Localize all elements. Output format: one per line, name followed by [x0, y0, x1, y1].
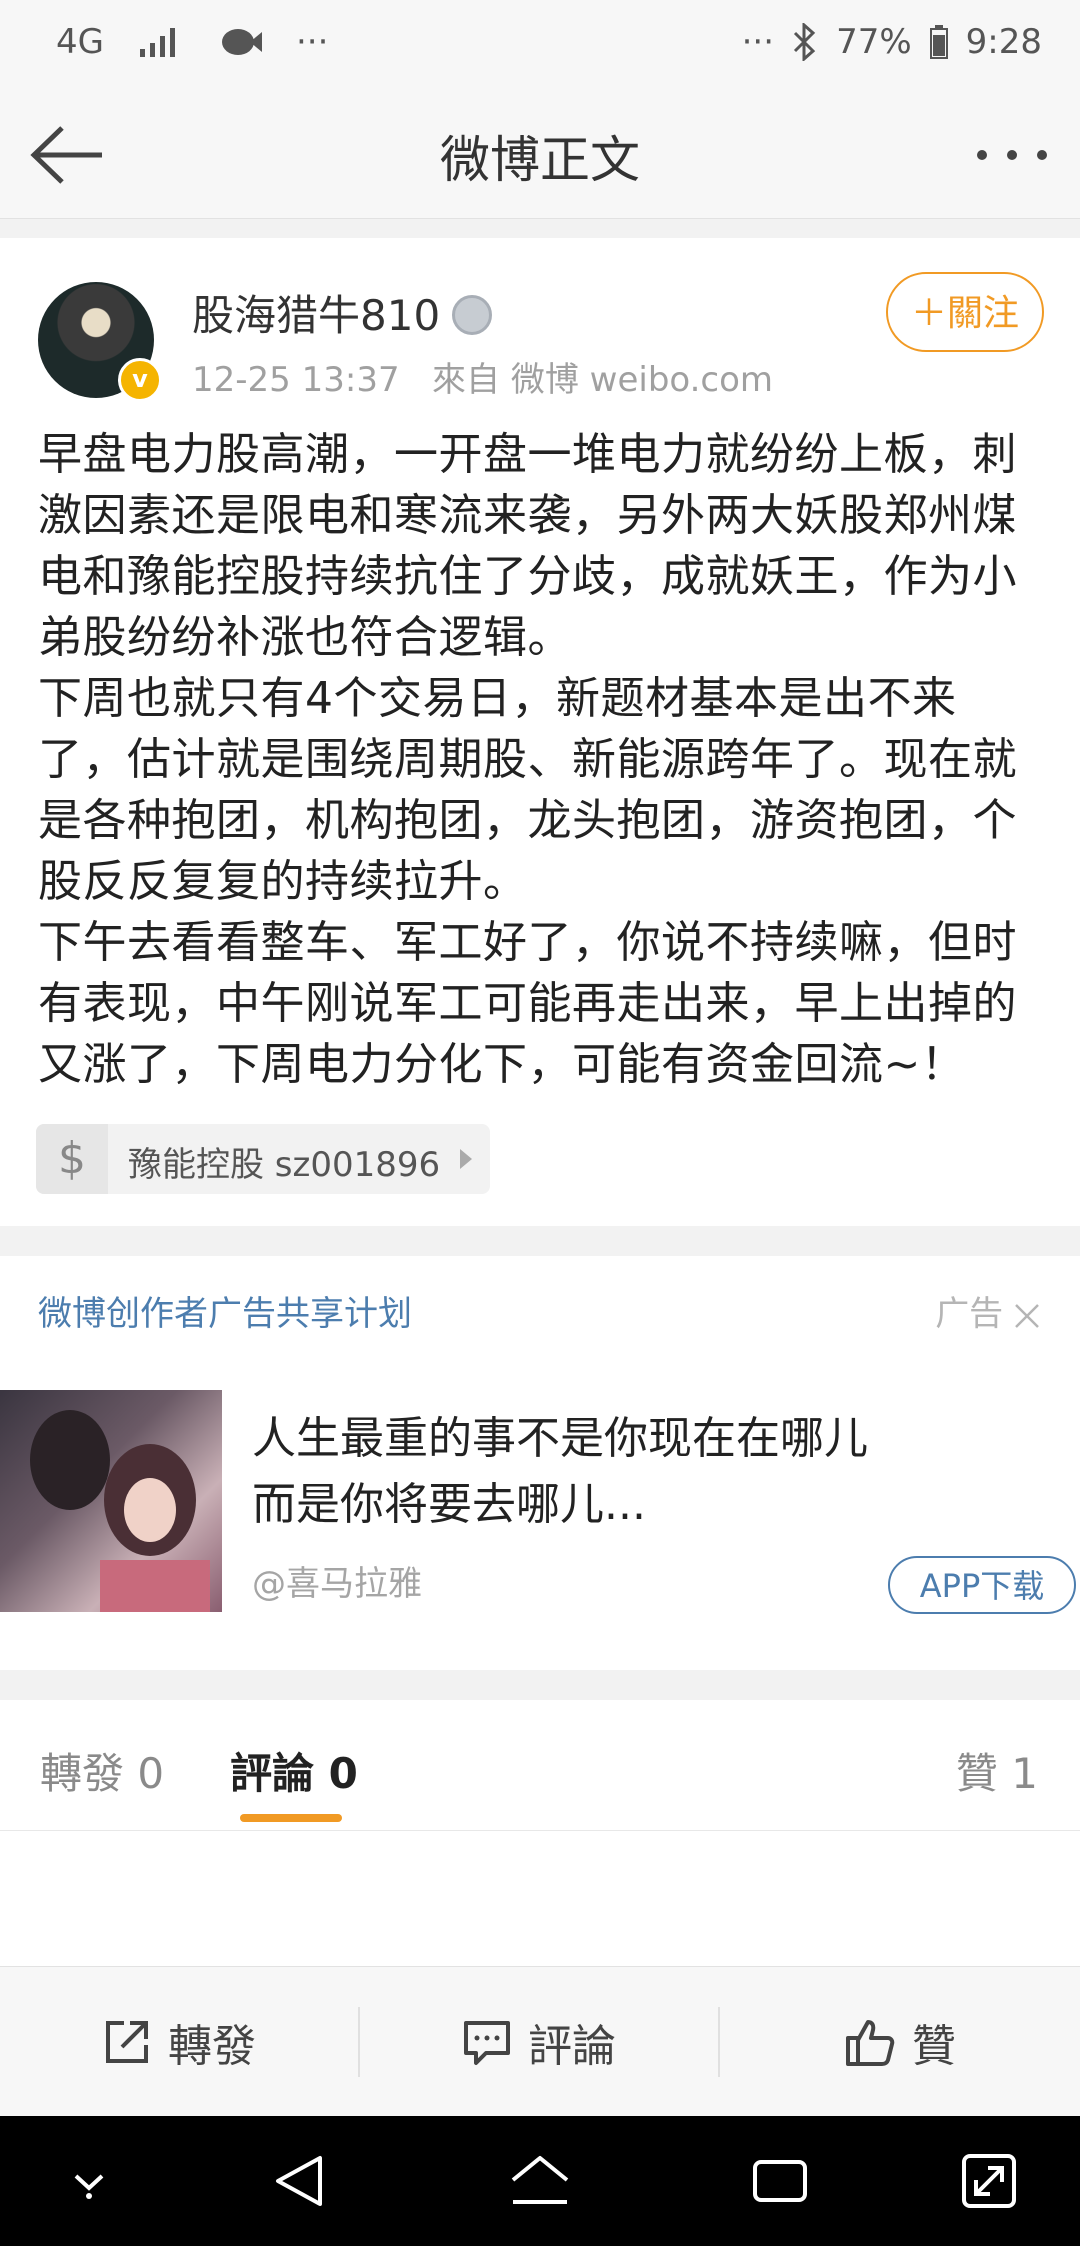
stock-tag[interactable]: $ 豫能控股 sz001896: [36, 1124, 490, 1194]
signal-icon: [139, 28, 175, 57]
ad-promo-title[interactable]: 微博创作者广告共享计划: [38, 1286, 412, 1335]
follow-button[interactable]: ＋關注: [886, 272, 1044, 352]
post-timestamp: 12-25 13:37: [192, 360, 400, 400]
username-text: 股海猎牛810: [192, 291, 441, 340]
home-button[interactable]: [505, 2146, 575, 2216]
expand-button[interactable]: [954, 2146, 1024, 2216]
ad-card[interactable]: 微博创作者广告共享计划 广告 人生最重的事不是你现在在哪儿 而是你将要去哪儿..…: [0, 1256, 1080, 1670]
more-dots-icon: [977, 150, 1047, 160]
like-label: 贊: [912, 2021, 956, 2072]
system-navigation-bar: [0, 2116, 1080, 2246]
chevron-down-icon: [74, 2174, 104, 2199]
post-card: v 股海猎牛810 12-25 13:37 來自 微博 weibo.com ＋關…: [0, 238, 1080, 1226]
repost-button[interactable]: 轉發: [0, 1967, 358, 2117]
medal-icon: [452, 294, 493, 335]
ad-headline[interactable]: 人生最重的事不是你现在在哪儿 而是你将要去哪儿...: [252, 1406, 868, 1538]
recent-apps-icon: [753, 2160, 807, 2202]
hide-keyboard-button[interactable]: [54, 2146, 124, 2216]
comment-icon: [464, 2021, 510, 2065]
page-title: 微博正文: [440, 131, 640, 189]
status-more-left: ···: [295, 22, 329, 62]
back-triangle-icon: [276, 2156, 322, 2206]
username[interactable]: 股海猎牛810: [192, 282, 493, 343]
like-button[interactable]: 贊: [720, 1967, 1080, 2117]
app-download-button[interactable]: APP下载: [888, 1556, 1076, 1614]
clock: 9:28: [965, 22, 1042, 62]
tab-like[interactable]: 贊 1: [956, 1740, 1038, 1801]
ad-illustration: [30, 1410, 210, 1612]
post-source: 來自 微博 weibo.com: [432, 360, 774, 400]
bluetooth-icon: [794, 23, 816, 61]
ad-source: @喜马拉雅: [252, 1564, 422, 1604]
stock-tag-label: 豫能控股 sz001896: [128, 1145, 441, 1185]
network-indicator: 4G: [56, 22, 104, 62]
verified-badge: v: [118, 358, 162, 402]
close-icon[interactable]: [1014, 1303, 1040, 1329]
ad-headline-line2: 而是你将要去哪儿...: [252, 1479, 646, 1530]
navigation-bar: 微博正文: [0, 90, 1080, 219]
ad-image[interactable]: [0, 1390, 222, 1612]
post-text: 早盘电力股高潮，一开盘一堆电力就纷纷上板，刺 激因素还是限电和寒流来袭，另外两大…: [38, 429, 1017, 1090]
battery-icon: [929, 25, 948, 59]
ad-label[interactable]: 广告: [935, 1286, 1040, 1335]
status-bar: 4G ··· ··· 77% 9:28: [0, 0, 1080, 90]
comment-label: 評論: [528, 2021, 616, 2072]
tab-repost[interactable]: 轉發 0: [40, 1740, 164, 1801]
expand-icon: [962, 2154, 1016, 2208]
chevron-right-icon: [460, 1149, 472, 1169]
battery-percent: 77%: [836, 22, 912, 62]
comment-button[interactable]: 評論: [360, 1967, 718, 2117]
comments-area: [0, 1831, 1080, 1966]
ad-label-text: 广告: [935, 1294, 1004, 1334]
active-tab-indicator: [240, 1814, 342, 1822]
ad-headline-line1: 人生最重的事不是你现在在哪儿: [252, 1413, 868, 1464]
bottom-action-bar: 轉發 評論 贊: [0, 1966, 1080, 2117]
back-nav-button[interactable]: [264, 2146, 334, 2216]
tab-comment[interactable]: 評論 0: [230, 1740, 358, 1801]
thumbs-up-icon: [846, 2020, 895, 2066]
repost-label: 轉發: [168, 2021, 256, 2072]
fish-icon: [221, 29, 262, 55]
status-more-right: ···: [741, 22, 775, 62]
interaction-tabs: 轉發 0 評論 0 贊 1: [0, 1700, 1080, 1831]
more-options-button[interactable]: [972, 130, 1052, 180]
dollar-icon: $: [36, 1124, 108, 1194]
recent-apps-button[interactable]: [745, 2146, 815, 2216]
home-icon: [511, 2156, 569, 2204]
post-meta: 12-25 13:37 來自 微博 weibo.com: [192, 352, 773, 401]
share-icon: [106, 2021, 148, 2063]
